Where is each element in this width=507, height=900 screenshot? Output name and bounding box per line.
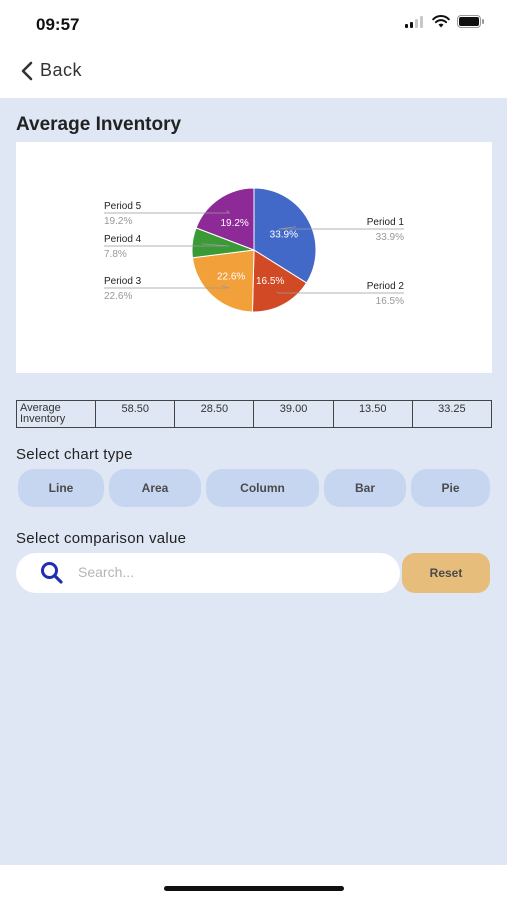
- status-icons: [405, 15, 485, 28]
- chevron-left-icon: [21, 61, 33, 80]
- slice-name-label: Period 1: [367, 217, 405, 228]
- slice-percent-label: 16.5%: [256, 276, 284, 287]
- main-content: Average Inventory 33.9% Period 1 33.9% 16.5…: [0, 98, 507, 865]
- search-input[interactable]: Search...: [16, 553, 400, 593]
- slice-percent-label: 22.6%: [217, 271, 245, 282]
- table-cell: 39.00: [253, 400, 334, 428]
- chart-type-bar-button[interactable]: Bar: [324, 469, 406, 507]
- slice-percent-label: 19.2%: [220, 218, 248, 229]
- page-title: Average Inventory: [16, 114, 182, 135]
- slice-value-label: 7.8%: [104, 249, 127, 260]
- chart-type-buttons: Line Area Column Bar Pie: [18, 469, 490, 507]
- slice-name-label: Period 4: [104, 234, 142, 245]
- slice-name-label: Period 5: [104, 201, 142, 212]
- chart-type-line-button[interactable]: Line: [18, 469, 104, 507]
- comparison-label: Select comparison value: [16, 530, 187, 547]
- table-cell: 33.25: [411, 400, 493, 428]
- value-table: Average Inventory 58.50 28.50 39.00 13.5…: [15, 400, 493, 428]
- chart-card: 33.9% Period 1 33.9% 16.5% Period 2 16.5% 22.6…: [16, 142, 492, 373]
- battery-icon: [457, 15, 484, 28]
- back-label: Back: [40, 60, 83, 80]
- slice-name-label: Period 2: [367, 281, 405, 292]
- nav-bar: Back: [0, 50, 507, 98]
- slice-percent-label: 33.9%: [270, 229, 298, 240]
- status-bar: 09:57: [0, 0, 507, 50]
- table-cell: 13.50: [332, 400, 413, 428]
- signal-icon: [405, 15, 423, 28]
- back-button[interactable]: Back: [20, 60, 82, 81]
- reset-button[interactable]: Reset: [402, 553, 490, 593]
- chart-type-pie-button[interactable]: Pie: [411, 469, 490, 507]
- slice-value-label: 22.6%: [104, 291, 132, 302]
- slice-value-label: 16.5%: [376, 296, 404, 307]
- chart-type-label: Select chart type: [16, 446, 133, 463]
- home-indicator[interactable]: [164, 886, 344, 891]
- table-row: Average Inventory 58.50 28.50 39.00 13.5…: [15, 400, 493, 428]
- table-cell: 58.50: [95, 400, 176, 428]
- chart-type-column-button[interactable]: Column: [206, 469, 319, 507]
- chart-type-area-button[interactable]: Area: [109, 469, 201, 507]
- home-area: [0, 865, 507, 900]
- pie-chart: 33.9% Period 1 33.9% 16.5% Period 2 16.5% 22.6…: [104, 187, 405, 313]
- slice-value-label: 33.9%: [376, 232, 404, 243]
- slice-name-label: Period 3: [104, 276, 142, 287]
- search-icon: [41, 562, 63, 584]
- status-time: 09:57: [36, 15, 80, 34]
- table-row-label: Average Inventory: [15, 400, 97, 428]
- wifi-icon: [432, 15, 450, 28]
- slice-value-label: 19.2%: [104, 216, 132, 227]
- search-placeholder: Search...: [78, 564, 135, 580]
- table-cell: 28.50: [174, 400, 255, 428]
